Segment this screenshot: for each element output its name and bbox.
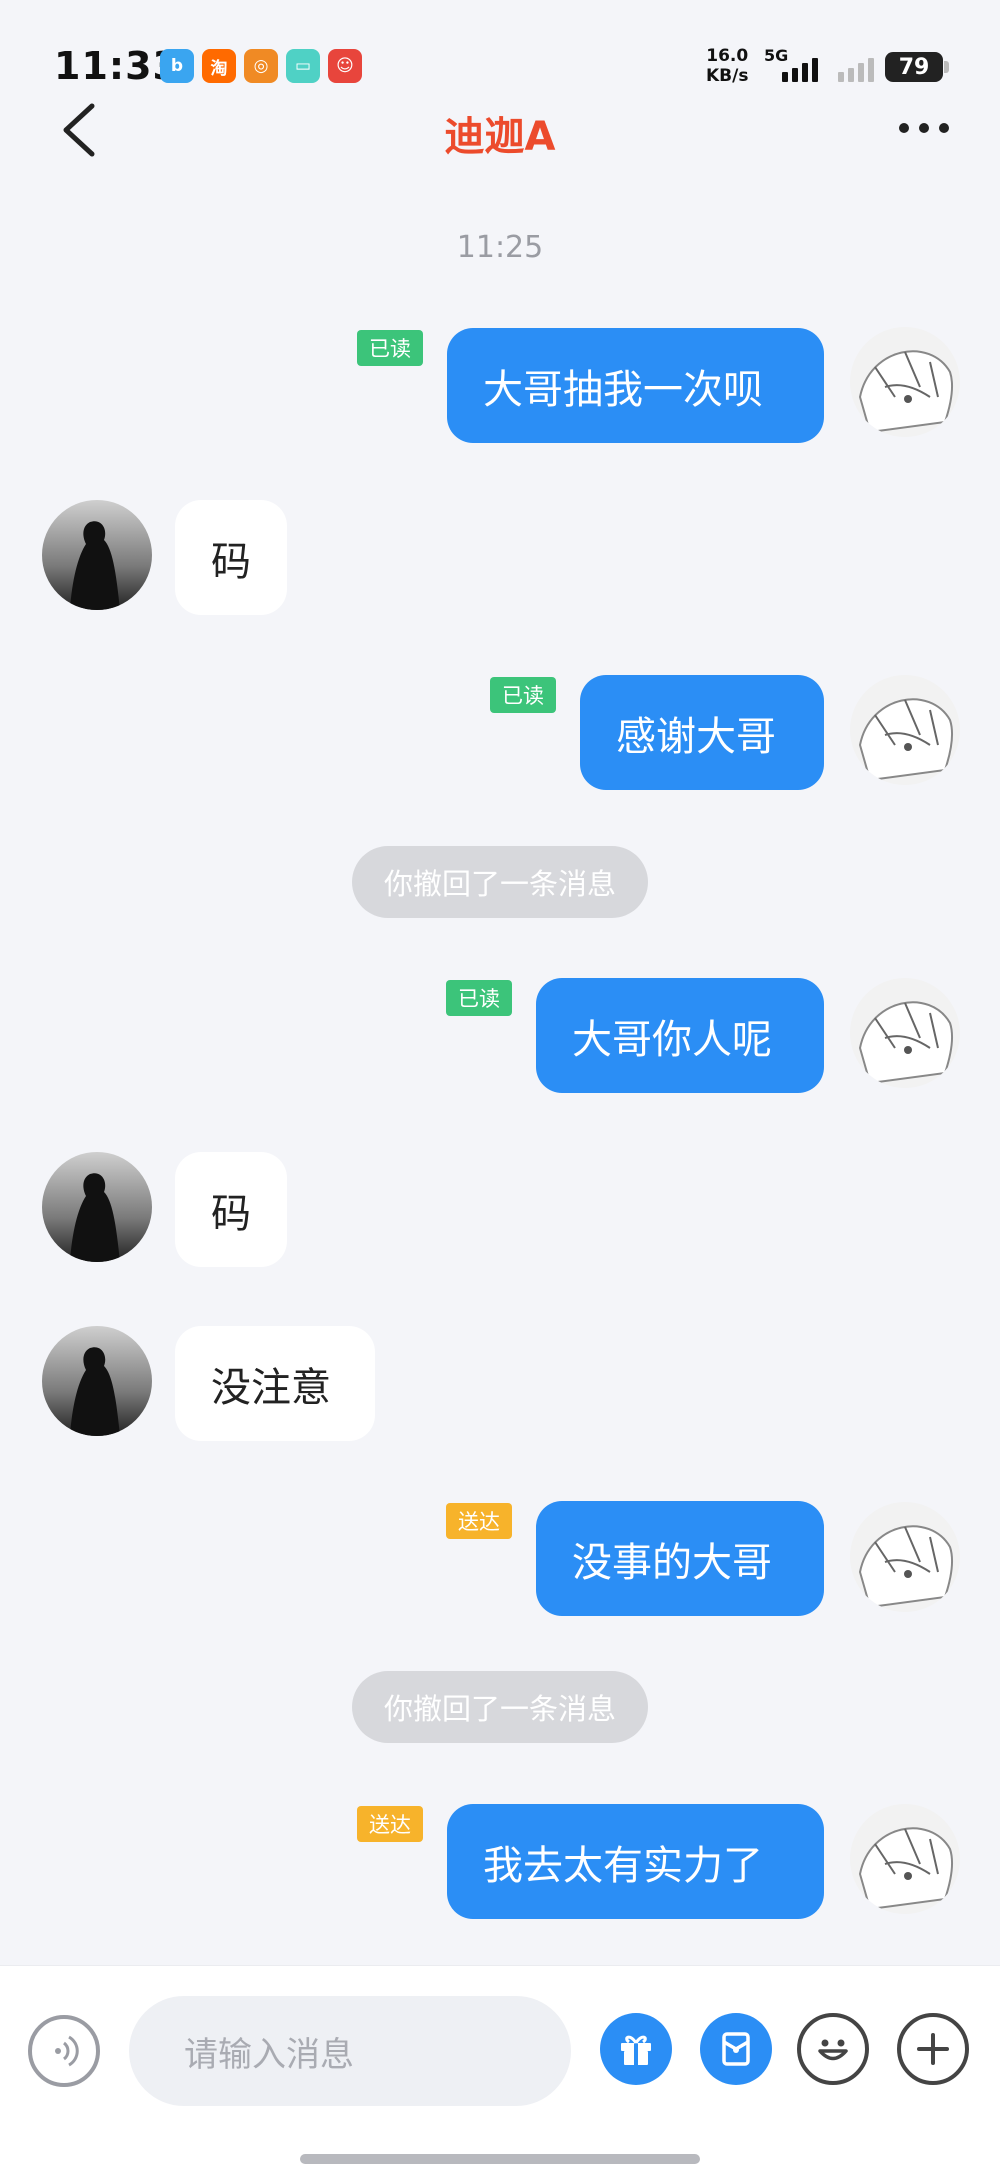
recall-notice: 你撤回了一条消息 [0,1671,1000,1743]
page-title: 迪迦A [444,114,556,160]
message-bubble-sent[interactable]: 没事的大哥 [536,1501,824,1616]
read-status-badge: 已读 [357,330,423,366]
message-bubble-received[interactable]: 码 [175,500,287,615]
delivered-status-badge: 送达 [357,1806,423,1842]
message-bubble-received[interactable]: 码 [175,1152,287,1267]
read-status-badge: 已读 [446,980,512,1016]
app-icon-orange: ◎ [244,49,278,83]
message-bubble-received[interactable]: 没注意 [175,1326,375,1441]
app-icon-red: ☺ [328,49,362,83]
message-bubble-sent[interactable]: 感谢大哥 [580,675,824,790]
contact-avatar[interactable] [42,1152,152,1262]
contact-avatar[interactable] [42,1326,152,1436]
add-icon[interactable] [897,2013,969,2085]
message-bubble-sent[interactable]: 我去太有实力了 [447,1804,824,1919]
my-avatar[interactable] [850,978,960,1088]
message-bubble-sent[interactable]: 大哥抽我一次呗 [447,328,824,443]
my-avatar[interactable] [850,1804,960,1914]
emoji-icon[interactable] [797,2013,869,2085]
read-status-badge: 已读 [490,677,556,713]
my-avatar[interactable] [850,675,960,785]
delivered-status-badge: 送达 [446,1503,512,1539]
my-avatar[interactable] [850,327,960,437]
speed-value: 16.0 [706,46,749,66]
app-icon-teal: ▭ [286,49,320,83]
network-speed: 16.0 KB/s [706,46,748,86]
message-bubble-sent[interactable]: 大哥你人呢 [536,978,824,1093]
recall-notice-text: 你撤回了一条消息 [351,846,648,918]
signal-icon-secondary [838,58,874,82]
recall-notice: 你撤回了一条消息 [0,846,1000,918]
more-options-icon[interactable] [888,112,960,144]
signal-icon [782,58,818,82]
contact-avatar[interactable] [42,500,152,610]
recall-notice-text: 你撤回了一条消息 [351,1671,648,1743]
gift-icon[interactable] [600,2013,672,2085]
chat-timestamp: 11:25 [456,230,544,265]
home-indicator[interactable] [300,2154,700,2164]
speed-unit: KB/s [706,66,749,86]
my-avatar[interactable] [850,1502,960,1612]
voice-input-icon[interactable] [28,2015,100,2087]
battery-tip [944,61,949,73]
battery-icon: 79 [885,52,943,82]
red-packet-icon[interactable] [700,2013,772,2085]
taobao-icon: 淘 [202,49,236,83]
message-input[interactable]: 请输入消息 [129,1996,571,2106]
app-icon-blue: b [160,49,194,83]
